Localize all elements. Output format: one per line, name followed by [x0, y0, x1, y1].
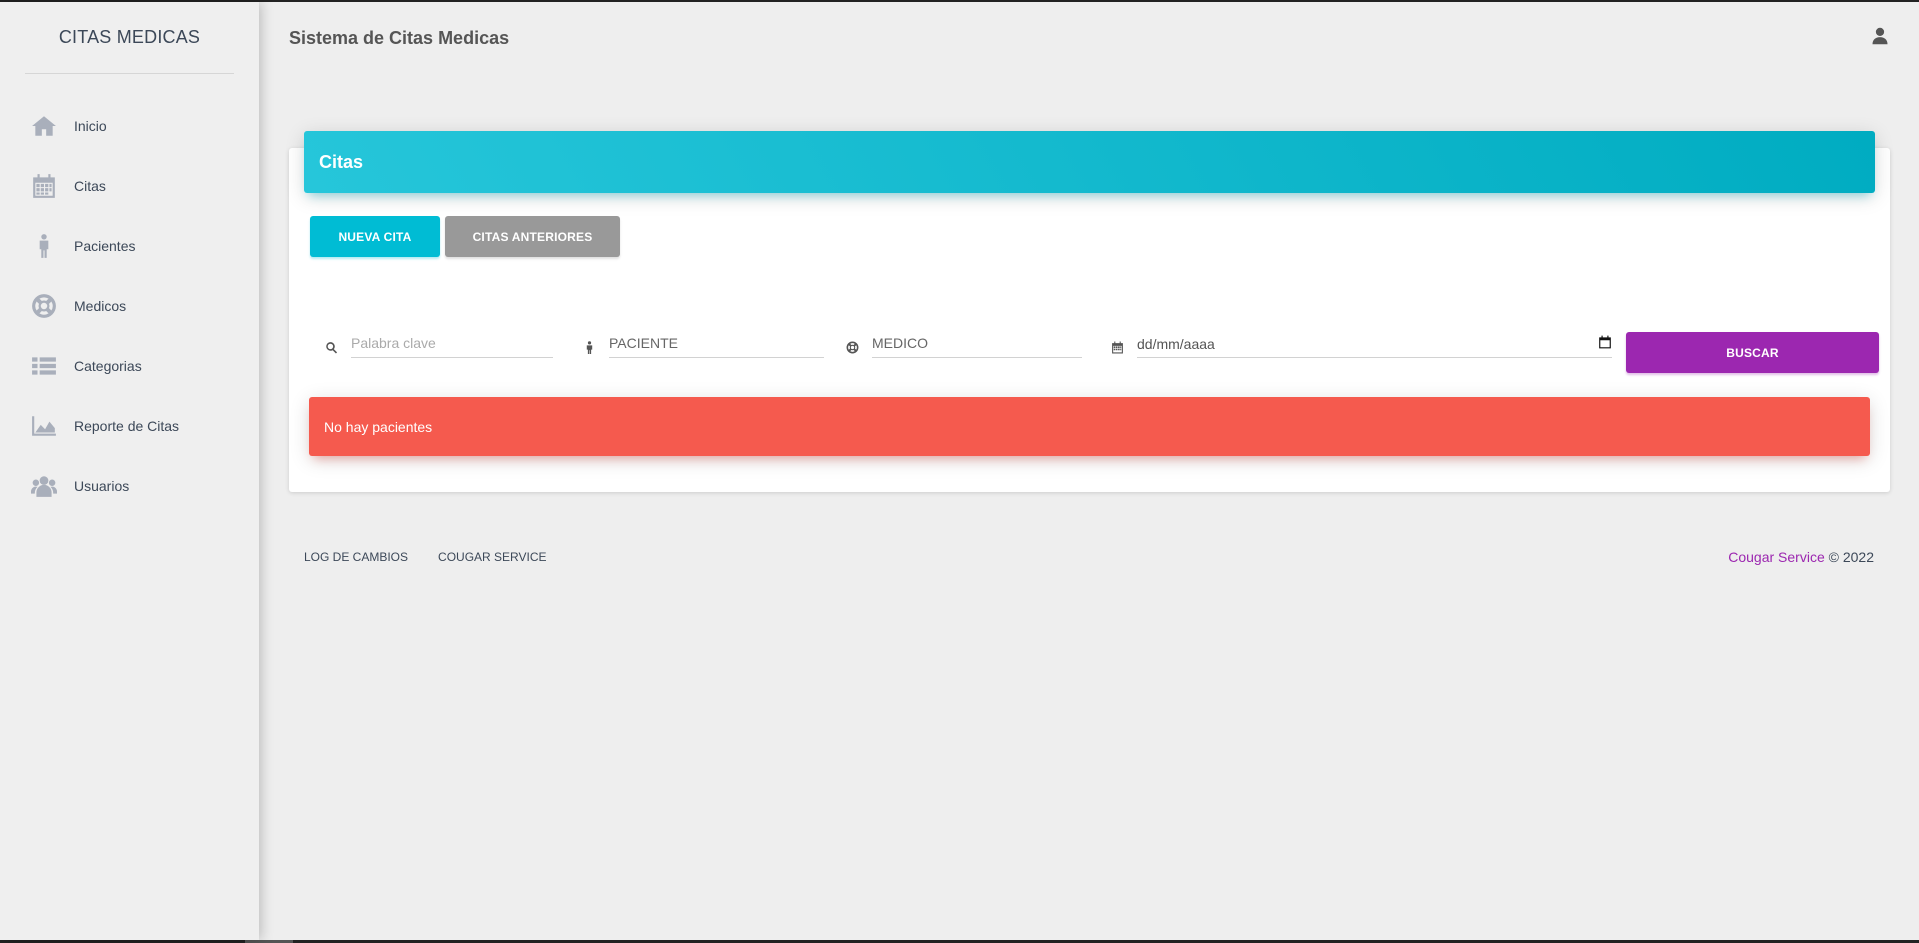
sidebar-item-label: Citas	[74, 178, 106, 194]
top-navbar: Sistema de Citas Medicas	[259, 2, 1919, 74]
patient-filter	[579, 328, 824, 358]
footer-link-cougar-service[interactable]: COUGAR SERVICE	[423, 542, 561, 572]
keyword-filter	[321, 328, 553, 358]
doctor-input[interactable]	[872, 330, 1082, 358]
sidebar-item-inicio[interactable]: Inicio	[0, 96, 259, 156]
person-icon	[579, 337, 599, 357]
sidebar-nav: Inicio Citas Pacientes Medicos Categoria…	[0, 96, 259, 516]
doctor-filter	[842, 328, 1082, 358]
calendar-icon	[1107, 337, 1127, 357]
copyright-year: © 2022	[1828, 549, 1874, 565]
sidebar-item-label: Reporte de Citas	[74, 418, 180, 434]
brand-logo[interactable]: CITAS MEDICAS	[25, 2, 234, 74]
person-icon	[30, 233, 58, 259]
search-button[interactable]: BUSCAR	[1626, 332, 1879, 373]
sidebar-item-label: Inicio	[74, 118, 107, 134]
sidebar-item-label: Medicos	[74, 298, 127, 314]
sidebar-item-citas[interactable]: Citas	[0, 156, 259, 216]
users-icon	[30, 473, 58, 499]
home-icon	[30, 113, 58, 139]
keyword-input[interactable]	[351, 330, 553, 358]
lifebuoy-icon	[30, 293, 58, 319]
sidebar-item-reporte-de-citas[interactable]: Reporte de Citas	[0, 396, 259, 456]
date-filter: dd/mm/aaaa	[1107, 328, 1612, 358]
previous-appointments-button[interactable]: CITAS ANTERIORES	[445, 216, 620, 257]
sidebar-item-usuarios[interactable]: Usuarios	[0, 456, 259, 516]
user-icon[interactable]	[1871, 27, 1889, 50]
new-appointment-button[interactable]: NUEVA CITA	[310, 216, 440, 257]
footer: LOG DE CAMBIOS COUGAR SERVICE Cougar Ser…	[289, 542, 1890, 572]
footer-link-changelog[interactable]: LOG DE CAMBIOS	[289, 542, 423, 572]
list-icon	[30, 353, 58, 379]
page-title[interactable]: Sistema de Citas Medicas	[289, 28, 509, 49]
date-placeholder: dd/mm/aaaa	[1137, 335, 1215, 352]
sidebar-item-pacientes[interactable]: Pacientes	[0, 216, 259, 276]
card-title: Citas	[319, 151, 364, 172]
card-header: Citas	[304, 131, 1875, 193]
sidebar: CITAS MEDICAS Inicio Citas Pacientes Med…	[0, 2, 259, 940]
copyright-link[interactable]: Cougar Service	[1728, 549, 1825, 565]
search-icon	[321, 337, 341, 357]
calendar-picker-icon[interactable]	[1598, 335, 1612, 352]
copyright: Cougar Service © 2022	[1728, 549, 1890, 565]
sidebar-item-medicos[interactable]: Medicos	[0, 276, 259, 336]
patient-input[interactable]	[609, 330, 824, 358]
sidebar-item-label: Pacientes	[74, 238, 136, 254]
calendar-icon	[30, 173, 58, 199]
lifebuoy-icon	[842, 337, 862, 357]
sidebar-item-label: Categorias	[74, 358, 142, 374]
date-input[interactable]: dd/mm/aaaa	[1137, 330, 1612, 358]
empty-alert: No hay pacientes	[309, 397, 1870, 456]
sidebar-item-categorias[interactable]: Categorias	[0, 336, 259, 396]
footer-nav: LOG DE CAMBIOS COUGAR SERVICE	[289, 542, 562, 572]
area-chart-icon	[30, 413, 58, 439]
sidebar-item-label: Usuarios	[74, 478, 130, 494]
citas-card: Citas NUEVA CITA CITAS ANTERIORES dd/mm/…	[289, 131, 1890, 492]
